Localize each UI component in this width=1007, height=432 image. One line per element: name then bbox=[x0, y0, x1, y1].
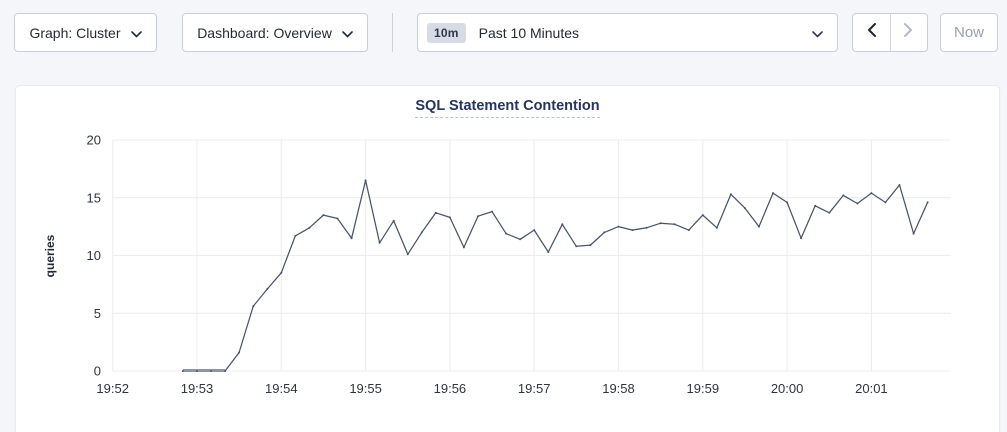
data-point bbox=[828, 212, 830, 214]
toolbar-divider bbox=[392, 13, 393, 52]
x-tick-label: 20:00 bbox=[771, 381, 804, 396]
now-button[interactable]: Now bbox=[940, 13, 998, 52]
data-point bbox=[702, 214, 704, 216]
data-point bbox=[758, 226, 760, 228]
data-point bbox=[308, 227, 310, 229]
data-point bbox=[899, 184, 901, 186]
data-point bbox=[337, 218, 339, 220]
data-point bbox=[449, 216, 451, 218]
x-tick-label: 19:54 bbox=[265, 381, 298, 396]
y-tick-label: 0 bbox=[94, 364, 101, 379]
prev-time-button[interactable] bbox=[853, 14, 891, 51]
data-point bbox=[182, 370, 184, 372]
chart-gridlines bbox=[113, 140, 951, 371]
data-point bbox=[491, 211, 493, 213]
data-point bbox=[351, 237, 353, 239]
data-point bbox=[435, 212, 437, 214]
data-point bbox=[884, 201, 886, 203]
x-tick-label: 20:01 bbox=[855, 381, 888, 396]
data-point bbox=[632, 229, 634, 231]
y-tick-label: 5 bbox=[94, 306, 101, 321]
data-point bbox=[477, 215, 479, 217]
line-chart[interactable]: 05101520 19:5219:5319:5419:5519:5619:571… bbox=[16, 126, 1001, 426]
data-point bbox=[224, 370, 226, 372]
y-axis-tick-labels: 0 5 10 15 20 bbox=[87, 133, 101, 379]
time-range-label: Past 10 Minutes bbox=[479, 25, 812, 41]
data-point bbox=[856, 203, 858, 205]
data-point bbox=[913, 233, 915, 235]
data-point bbox=[800, 237, 802, 239]
data-point bbox=[575, 245, 577, 247]
data-point bbox=[674, 223, 676, 225]
chevron-down-icon bbox=[812, 25, 823, 41]
time-range-picker[interactable]: 10m Past 10 Minutes bbox=[417, 13, 838, 52]
data-point bbox=[786, 201, 788, 203]
data-point bbox=[547, 251, 549, 253]
data-point bbox=[618, 226, 620, 228]
data-point bbox=[294, 235, 296, 237]
x-tick-label: 19:52 bbox=[96, 381, 129, 396]
chevron-right-icon bbox=[904, 23, 913, 42]
x-tick-label: 19:59 bbox=[687, 381, 720, 396]
data-point bbox=[379, 242, 381, 244]
x-tick-label: 19:56 bbox=[434, 381, 467, 396]
chart-line-series bbox=[182, 179, 929, 372]
y-tick-label: 15 bbox=[87, 190, 101, 205]
x-tick-label: 19:58 bbox=[602, 381, 635, 396]
chart-title[interactable]: SQL Statement Contention bbox=[415, 98, 599, 118]
graph-dropdown-label: Graph: Cluster bbox=[29, 25, 120, 41]
data-point bbox=[519, 238, 521, 240]
y-tick-label: 20 bbox=[87, 133, 101, 148]
chevron-down-icon bbox=[131, 25, 142, 41]
data-point bbox=[252, 305, 254, 307]
chart-card: SQL Statement Contention 05101520 19:521… bbox=[15, 85, 1000, 432]
data-point bbox=[927, 201, 929, 203]
next-time-button[interactable] bbox=[891, 14, 928, 51]
data-point bbox=[688, 229, 690, 231]
dashboard-dropdown[interactable]: Dashboard: Overview bbox=[182, 13, 368, 52]
time-range-badge: 10m bbox=[427, 23, 466, 43]
data-point bbox=[730, 193, 732, 195]
data-point bbox=[280, 272, 282, 274]
data-point bbox=[266, 288, 268, 290]
data-point bbox=[365, 179, 367, 181]
data-point bbox=[814, 205, 816, 207]
data-point bbox=[210, 370, 212, 372]
data-point bbox=[505, 233, 507, 235]
data-point bbox=[196, 370, 198, 372]
x-tick-label: 19:55 bbox=[349, 381, 382, 396]
y-axis-label: queries bbox=[43, 234, 57, 277]
data-point bbox=[603, 231, 605, 233]
data-point bbox=[646, 227, 648, 229]
data-point bbox=[322, 214, 324, 216]
data-point bbox=[660, 222, 662, 224]
chevron-down-icon bbox=[342, 25, 353, 41]
data-point bbox=[463, 246, 465, 248]
data-point bbox=[238, 352, 240, 354]
dashboard-dropdown-label: Dashboard: Overview bbox=[197, 25, 332, 41]
x-tick-label: 19:57 bbox=[518, 381, 551, 396]
data-point bbox=[421, 231, 423, 233]
series-line bbox=[183, 180, 928, 371]
metrics-page: Graph: Cluster Dashboard: Overview 10m P… bbox=[0, 0, 1007, 432]
data-point bbox=[716, 227, 718, 229]
x-tick-label: 19:53 bbox=[181, 381, 214, 396]
graph-dropdown[interactable]: Graph: Cluster bbox=[14, 13, 157, 52]
data-point bbox=[407, 253, 409, 255]
data-point bbox=[772, 192, 774, 194]
x-axis-tick-labels: 19:52 19:53 19:54 19:55 19:56 19:57 19:58 19:59… bbox=[96, 381, 887, 396]
data-point bbox=[533, 229, 535, 231]
data-point bbox=[870, 192, 872, 194]
data-point bbox=[561, 223, 563, 225]
chevron-left-icon bbox=[867, 23, 876, 42]
data-point bbox=[744, 207, 746, 209]
time-step-buttons bbox=[852, 13, 928, 52]
data-point bbox=[393, 220, 395, 222]
chart-title-row: SQL Statement Contention bbox=[16, 86, 999, 118]
y-tick-label: 10 bbox=[87, 248, 101, 263]
data-point bbox=[589, 244, 591, 246]
data-point bbox=[842, 194, 844, 196]
